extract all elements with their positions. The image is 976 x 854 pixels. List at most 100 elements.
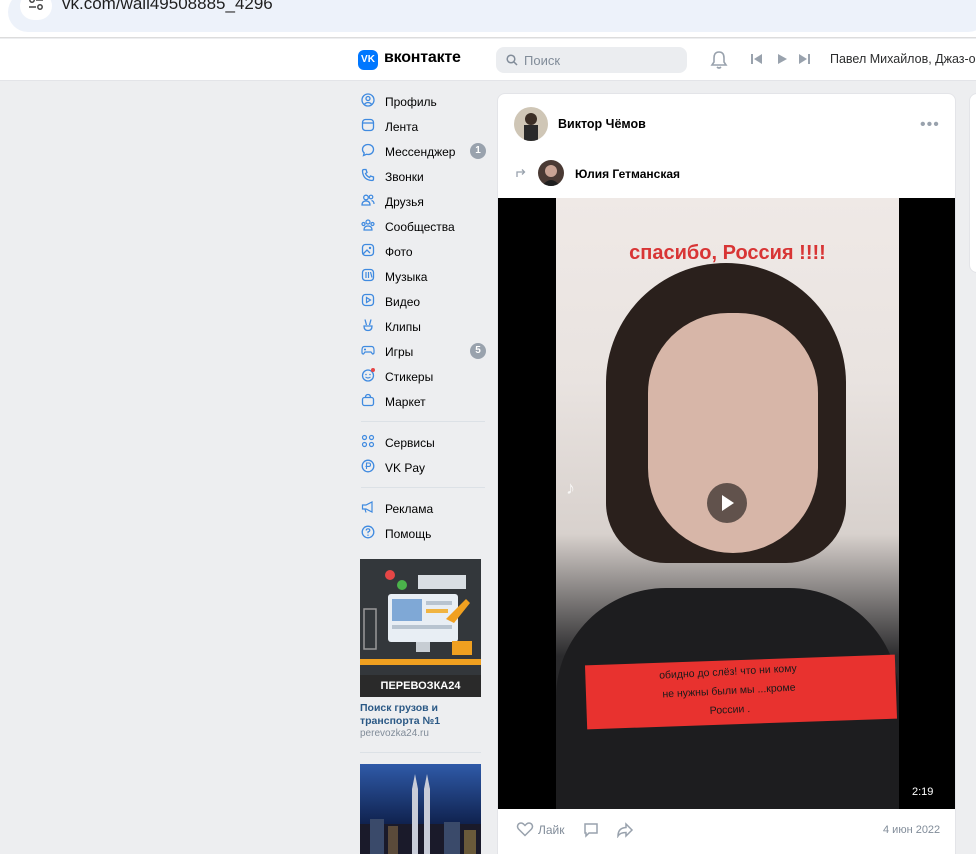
nav-item-messenger[interactable]: Мессенджер 1 [358, 139, 488, 164]
ad-image[interactable]: ПЕРЕВОЗКА24 [360, 559, 481, 697]
music-icon [361, 268, 375, 282]
next-track-icon[interactable] [798, 53, 810, 65]
nav-item-vkpay[interactable]: VK Pay [358, 455, 488, 480]
video-caption-top: спасибо, Россия !!!! [629, 242, 826, 264]
prev-track-icon[interactable] [751, 53, 763, 65]
market-bag-icon [361, 393, 375, 407]
services-grid-icon [361, 434, 375, 448]
author-photo [514, 107, 548, 141]
message-icon [361, 143, 375, 157]
nav-divider [361, 487, 485, 488]
nav-item-help[interactable]: Помощь [358, 521, 488, 546]
ad-illustration [360, 559, 481, 675]
nav-item-services[interactable]: Сервисы [358, 430, 488, 455]
heart-icon[interactable] [516, 821, 534, 837]
nav-item-clips[interactable]: Клипы [358, 314, 488, 339]
nav-item-label: Мессенджер [385, 145, 456, 159]
current-user-name[interactable]: Павел Михайлов, Джаз-оркестр [830, 52, 976, 66]
post-actions: Лайк 4 июн 2022 [498, 809, 955, 851]
ad-brand: ПЕРЕВОЗКА24 [360, 675, 481, 697]
play-triangle-icon [722, 495, 734, 511]
vk-header: VK вконтакте Павел Михайлов, Джаз-оркест… [0, 39, 976, 81]
nav-item-label: Игры [385, 345, 414, 359]
search-icon [506, 54, 518, 66]
ad-divider [360, 752, 481, 753]
vk-logo-icon[interactable]: VK [358, 50, 378, 70]
right-sidebar-card [969, 93, 976, 273]
repost-arrow-icon [516, 169, 526, 177]
ad-title[interactable]: Поиск грузов и транспорта №1 [360, 702, 481, 728]
wall-post: Виктор Чёмов ••• Юлия Гетманская спасибо… [497, 93, 956, 854]
share-icon[interactable] [616, 822, 634, 838]
ad-image-second[interactable] [360, 764, 481, 854]
nav-item-music[interactable]: Музыка [358, 264, 488, 289]
repost-author-avatar[interactable] [538, 160, 564, 186]
nav-item-label: Сервисы [385, 436, 435, 450]
bell-icon[interactable] [710, 50, 728, 70]
nav-item-label: Стикеры [385, 370, 434, 384]
repost-author-name[interactable]: Юлия Гетманская [575, 167, 680, 181]
friends-icon [361, 194, 375, 206]
tiktok-watermark-icon: ♪ [566, 478, 575, 498]
search-box[interactable] [496, 47, 687, 73]
left-nav: Профиль Лента Мессенджер 1 Звонки Друзья… [358, 89, 488, 546]
help-icon [361, 525, 375, 539]
nav-item-video[interactable]: Видео [358, 289, 488, 314]
ad-domain[interactable]: perevozka24.ru [360, 728, 429, 739]
browser-address-bar: vk.com/wall49508885_4296 [0, 0, 976, 38]
post-author-name[interactable]: Виктор Чёмов [558, 117, 646, 131]
gamepad-icon [361, 345, 375, 355]
nav-item-label: Помощь [385, 527, 432, 541]
video-icon [361, 293, 375, 307]
sticker-icon [361, 368, 375, 382]
like-label[interactable]: Лайк [538, 823, 565, 837]
omnibox[interactable]: vk.com/wall49508885_4296 [8, 0, 976, 32]
video-play-button[interactable] [707, 483, 747, 523]
video-duration: 2:19 [912, 786, 934, 798]
nav-item-label: Друзья [385, 195, 424, 209]
video-player[interactable]: спасибо, Россия !!!! обидно до слёз! что… [498, 198, 955, 809]
site-info-icon[interactable] [20, 0, 52, 20]
phone-icon [361, 168, 375, 182]
nav-item-games[interactable]: Игры 5 [358, 339, 488, 364]
nav-item-photos[interactable]: Фото [358, 239, 488, 264]
nav-item-label: Лента [385, 120, 419, 134]
nav-item-calls[interactable]: Звонки [358, 164, 488, 189]
video-caption-band-text: обидно до слёз! что ни кому не нужны был… [658, 662, 798, 718]
nav-item-profile[interactable]: Профиль [358, 89, 488, 114]
unread-badge: 1 [470, 143, 486, 159]
nav-item-label: Видео [385, 295, 421, 309]
more-options-icon[interactable]: ••• [920, 116, 940, 134]
user-circle-icon [361, 93, 375, 107]
nav-item-label: Реклама [385, 502, 434, 516]
communities-icon [361, 219, 375, 231]
url-text[interactable]: vk.com/wall49508885_4296 [62, 0, 273, 14]
play-icon[interactable] [776, 53, 788, 65]
search-input[interactable] [524, 51, 674, 69]
nav-item-market[interactable]: Маркет [358, 389, 488, 414]
nav-item-friends[interactable]: Друзья [358, 189, 488, 214]
nav-item-label: Клипы [385, 320, 421, 334]
feed-icon [361, 118, 375, 132]
nav-item-stickers[interactable]: Стикеры [358, 364, 488, 389]
nav-item-ads[interactable]: Реклама [358, 496, 488, 521]
nav-item-label: Маркет [385, 395, 426, 409]
vk-wordmark[interactable]: вконтакте [384, 49, 461, 67]
photo-icon [361, 243, 375, 257]
post-date[interactable]: 4 июн 2022 [883, 824, 940, 836]
nav-item-label: VK Pay [385, 461, 426, 475]
megaphone-icon [361, 501, 373, 513]
nav-item-label: Фото [385, 245, 413, 259]
vkpay-icon [361, 459, 375, 473]
comment-icon[interactable] [583, 822, 599, 838]
nav-item-label: Сообщества [385, 220, 455, 234]
nav-item-communities[interactable]: Сообщества [358, 214, 488, 239]
games-badge: 5 [470, 343, 486, 359]
nav-item-label: Музыка [385, 270, 428, 284]
nav-item-label: Профиль [385, 95, 437, 109]
nav-divider [361, 421, 485, 422]
clips-icon [363, 319, 373, 332]
repost-author-photo [538, 160, 564, 186]
nav-item-feed[interactable]: Лента [358, 114, 488, 139]
author-avatar[interactable] [514, 107, 548, 141]
